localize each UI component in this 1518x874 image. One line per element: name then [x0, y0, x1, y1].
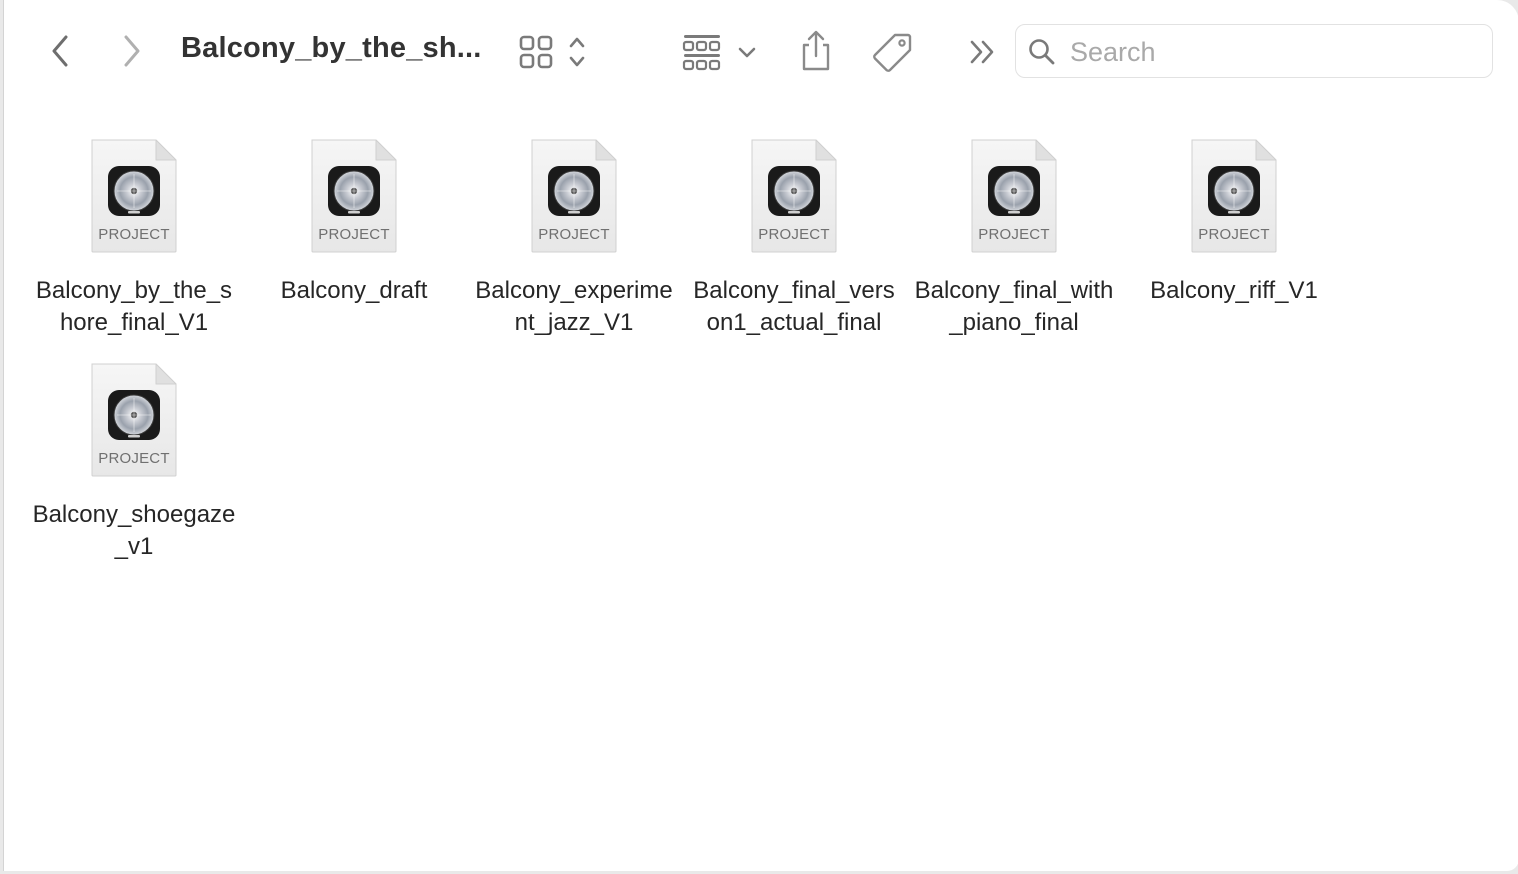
- logic-project-file-icon: PROJECT: [750, 138, 838, 254]
- file-kind-label: PROJECT: [758, 226, 830, 243]
- file-grid: PROJECT Balcony_by_the_shore_final_V1 PROJ…: [4, 0, 1518, 871]
- logic-project-file-icon: PROJECT: [310, 138, 398, 254]
- logic-project-file-icon: PROJECT: [530, 138, 618, 254]
- logic-project-file-icon: PROJECT: [90, 138, 178, 254]
- logic-project-file-icon: PROJECT: [970, 138, 1058, 254]
- file-kind-label: PROJECT: [978, 226, 1050, 243]
- logic-project-file-icon: PROJECT: [90, 362, 178, 478]
- file-kind-label: PROJECT: [538, 226, 610, 243]
- file-item[interactable]: PROJECT Balcony_experiment_jazz_V1: [464, 138, 684, 339]
- file-kind-label: PROJECT: [98, 450, 170, 467]
- file-item[interactable]: PROJECT Balcony_final_with_piano_final: [904, 138, 1124, 339]
- file-name: Balcony_riff_V1: [1150, 277, 1318, 304]
- file-name: Balcony_by_the_shore_final_V1: [35, 277, 233, 336]
- file-item[interactable]: PROJECT Balcony_draft: [244, 138, 464, 307]
- file-item[interactable]: PROJECT Balcony_by_the_shore_final_V1: [24, 138, 244, 339]
- file-item[interactable]: PROJECT Balcony_riff_V1: [1124, 138, 1344, 307]
- file-name: Balcony_draft: [280, 277, 428, 304]
- file-name: Balcony_final_with_piano_final: [914, 277, 1114, 336]
- file-kind-label: PROJECT: [318, 226, 390, 243]
- file-name: Balcony_experiment_jazz_V1: [475, 277, 673, 336]
- file-kind-label: PROJECT: [1198, 226, 1270, 243]
- finder-window: Balcony_by_the_sh... Search PROJECT Balc…: [3, 0, 1518, 871]
- logic-project-file-icon: PROJECT: [1190, 138, 1278, 254]
- file-item[interactable]: PROJECT Balcony_shoegaze_v1: [24, 362, 244, 563]
- file-kind-label: PROJECT: [98, 226, 170, 243]
- file-item[interactable]: PROJECT Balcony_final_verson1_actual_fina…: [684, 138, 904, 339]
- file-name: Balcony_shoegaze_v1: [32, 501, 236, 560]
- file-name: Balcony_final_verson1_actual_final: [693, 277, 895, 336]
